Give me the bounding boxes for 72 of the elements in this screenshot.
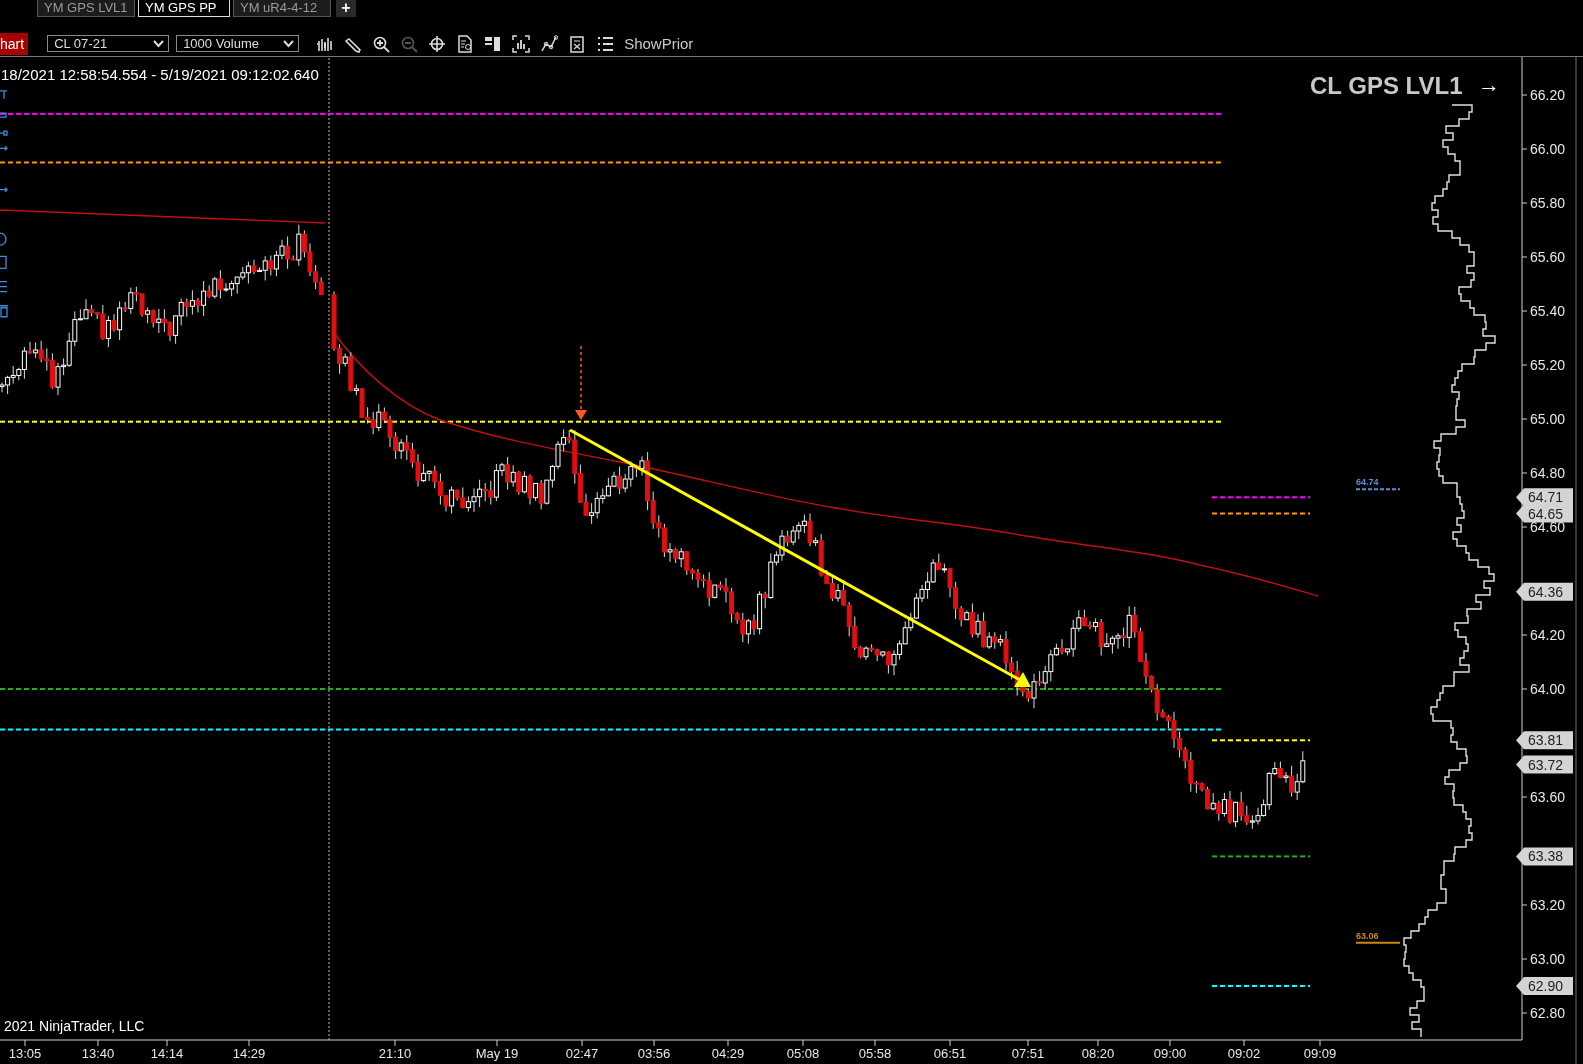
price-marker: 62.90 [1516, 977, 1573, 995]
price-label: 65.60 [1530, 249, 1566, 265]
drawing-tool-icon[interactable] [0, 305, 9, 318]
price-label: 64.80 [1530, 465, 1566, 481]
profile-level-label: 63.06 [1356, 930, 1379, 941]
time-label: 14:29 [232, 1046, 266, 1061]
price-label: 65.00 [1530, 411, 1566, 427]
time-label: 21:10 [378, 1046, 412, 1061]
chart-tab[interactable]: YM GPS LVL1 [37, 0, 135, 17]
profile-level-line [1355, 488, 1401, 491]
price-label: 62.80 [1530, 1005, 1566, 1021]
chart-tab[interactable]: YM uR4-4-12 [233, 0, 331, 17]
price-label: 63.00 [1530, 951, 1566, 967]
price-label: 65.80 [1530, 195, 1566, 211]
price-label: 63.60 [1530, 789, 1566, 805]
profile-level-line [1355, 941, 1401, 944]
time-label: 09:09 [1303, 1046, 1337, 1061]
time-label: 03:56 [637, 1046, 671, 1061]
list-icon[interactable] [596, 34, 615, 53]
price-marker: 64.36 [1516, 582, 1573, 601]
time-label: 13:05 [8, 1046, 42, 1061]
drawing-tool-icon[interactable] [0, 280, 8, 293]
clipboard-icon[interactable] [568, 34, 587, 53]
price-marker: 63.38 [1516, 847, 1573, 866]
profile-level-label: 64.74 [1356, 477, 1379, 488]
price-label: 65.40 [1530, 303, 1566, 319]
caret-icon [283, 39, 295, 48]
price-marker: 63.81 [1516, 731, 1573, 750]
time-label: 06:51 [933, 1046, 967, 1061]
add-tab-button[interactable]: + [336, 0, 356, 17]
time-label: 09:00 [1153, 1046, 1187, 1061]
time-label: 14:14 [150, 1046, 184, 1061]
drawing-tool-icon[interactable] [0, 255, 7, 269]
interval-dropdown[interactable]: 1000 Volume [176, 35, 300, 52]
time-label: 13:40 [81, 1046, 115, 1061]
time-label: May 19 [475, 1046, 519, 1061]
time-label: 07:51 [1011, 1046, 1045, 1061]
document-search-icon[interactable] [456, 34, 475, 53]
caret-icon [153, 39, 165, 48]
time-label: 05:08 [786, 1046, 820, 1061]
time-label: 09:02 [1227, 1046, 1261, 1061]
crosshair-icon[interactable] [428, 34, 447, 53]
show-prior-button[interactable]: ShowPrior [624, 35, 694, 52]
price-label: 66.00 [1530, 141, 1566, 157]
drawing-tool-icon[interactable] [0, 187, 8, 193]
price-label: 64.20 [1530, 627, 1566, 643]
price-label: 64.00 [1530, 681, 1566, 697]
drawing-tool-icon[interactable] [0, 232, 7, 246]
time-label: 05:58 [858, 1046, 892, 1061]
price-label: 66.20 [1530, 87, 1566, 103]
time-label: 02:47 [565, 1046, 599, 1061]
drawing-tool-icon[interactable] [0, 130, 8, 136]
drawing-tool-icon[interactable] [0, 90, 8, 100]
price-marker: 63.72 [1516, 755, 1573, 774]
drawing-tool-icon[interactable] [0, 145, 8, 151]
zoom-in-icon[interactable] [372, 34, 391, 53]
time-range-label: 18/2021 12:58:54.554 - 5/19/2021 09:12:02.640 [1, 66, 319, 83]
chart-title: CL GPS LVL1 [1310, 72, 1463, 99]
price-label: 65.20 [1530, 357, 1566, 373]
line-chart-icon[interactable] [540, 34, 559, 53]
time-label: 08:20 [1081, 1046, 1115, 1061]
copyright-label: 2021 NinjaTrader, LLC [4, 1018, 145, 1034]
time-label: 04:29 [711, 1046, 745, 1061]
panels-icon[interactable] [484, 34, 503, 53]
price-marker: 64.71 [1516, 488, 1573, 507]
drawing-tool-icon[interactable] [0, 112, 7, 118]
bar-chart-icon[interactable] [512, 34, 531, 53]
chart-button[interactable]: hart [0, 32, 29, 55]
instrument-dropdown[interactable]: CL 07-21 [47, 35, 170, 52]
chart-tab[interactable]: YM GPS PP [138, 0, 230, 17]
arrow-icon[interactable]: → [1478, 72, 1500, 97]
price-label: 63.20 [1530, 897, 1566, 913]
